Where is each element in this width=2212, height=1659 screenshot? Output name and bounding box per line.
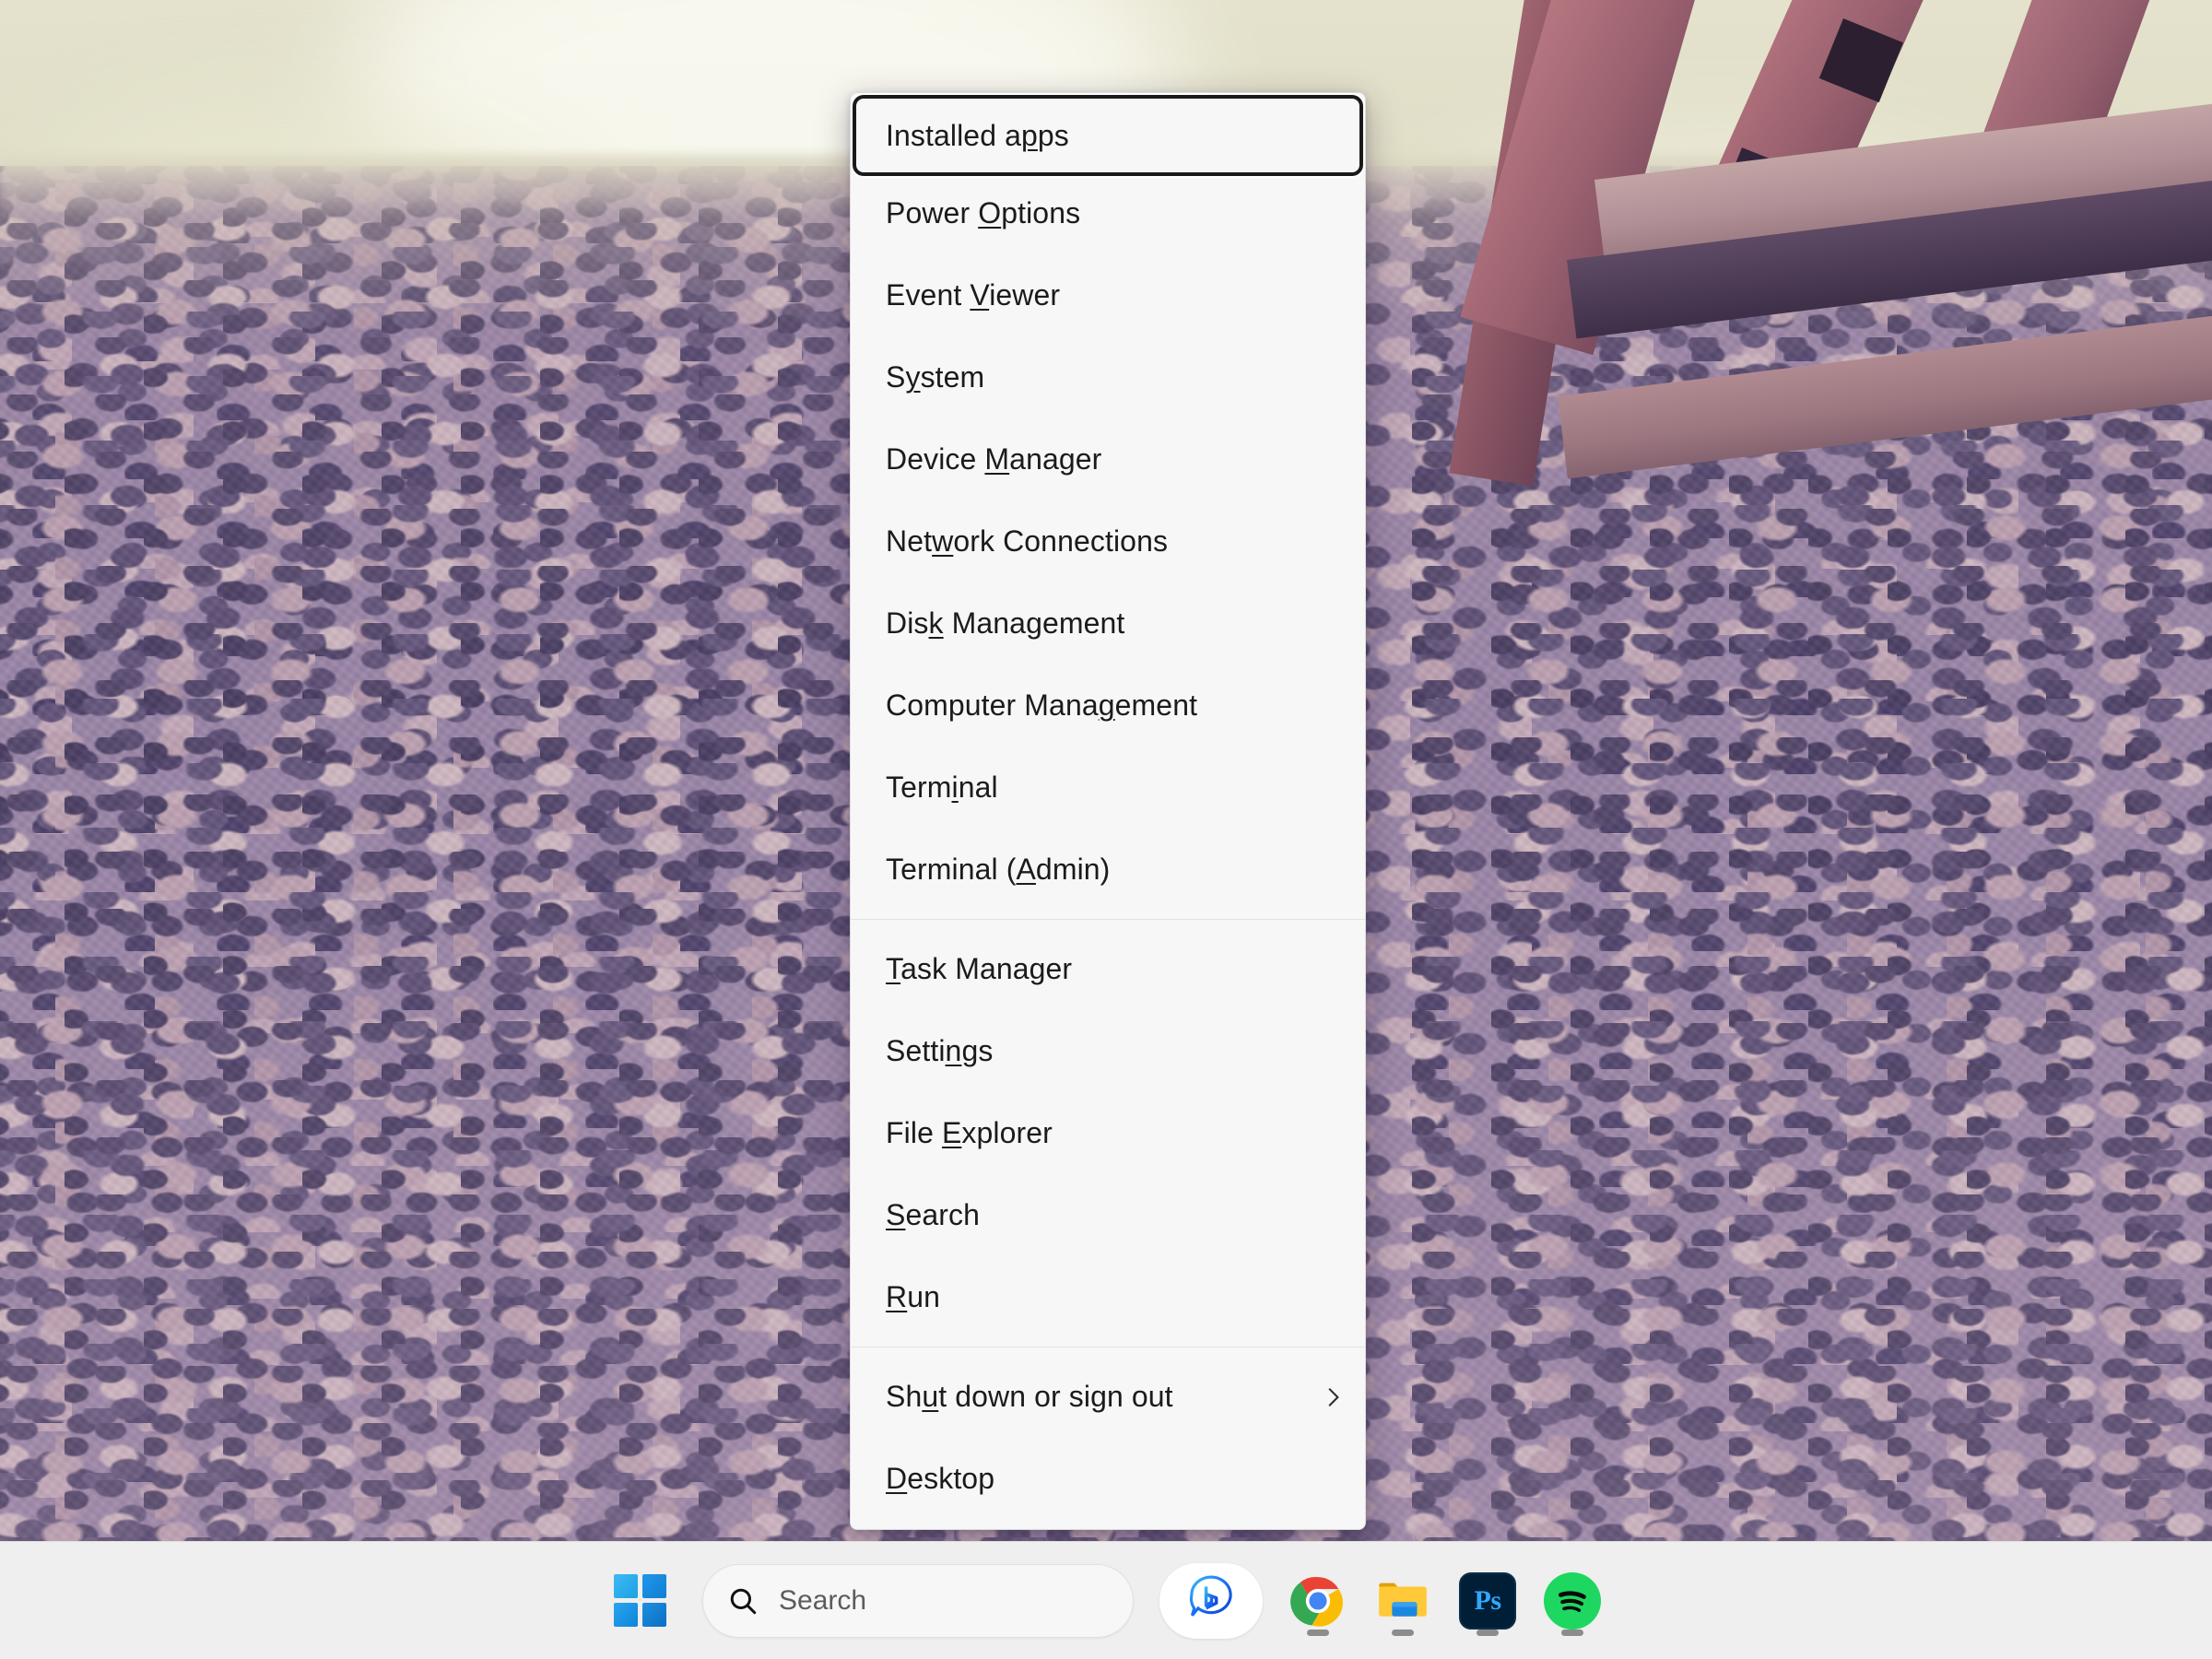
bing-chat-icon <box>1184 1571 1238 1630</box>
menu-item-label: Installed apps <box>886 118 1069 152</box>
menu-item-run[interactable]: Run <box>851 1256 1365 1338</box>
menu-item-label: File Explorer <box>886 1116 1053 1149</box>
menu-separator <box>851 919 1365 920</box>
menu-item-search[interactable]: Search <box>851 1174 1365 1256</box>
menu-item-task-manager[interactable]: Task Manager <box>851 928 1365 1010</box>
menu-item-label: Task Manager <box>886 952 1073 985</box>
start-button[interactable] <box>597 1559 682 1643</box>
app-running-indicator <box>1392 1629 1414 1636</box>
menu-item-event-viewer[interactable]: Event Viewer <box>851 254 1365 336</box>
menu-item-terminal-admin[interactable]: Terminal (Admin) <box>851 829 1365 911</box>
app-running-indicator <box>1307 1629 1329 1636</box>
photoshop-label: Ps <box>1459 1571 1516 1630</box>
menu-item-label: Terminal (Admin) <box>886 853 1111 886</box>
chrome-icon <box>1289 1572 1347 1630</box>
app-running-indicator <box>1561 1629 1583 1636</box>
menu-item-label: Disk Management <box>886 606 1125 640</box>
taskbar-app-spotify[interactable] <box>1530 1559 1615 1643</box>
menu-item-disk-management[interactable]: Disk Management <box>851 582 1365 665</box>
app-running-indicator <box>1477 1629 1499 1636</box>
menu-item-label: Power Options <box>886 196 1081 229</box>
menu-item-network-connections[interactable]: Network Connections <box>851 500 1365 582</box>
menu-item-settings[interactable]: Settings <box>851 1010 1365 1092</box>
winx-quick-link-menu[interactable]: Installed apps Power Options Event Viewer S… <box>850 92 1366 1530</box>
taskbar-app-bing-chat[interactable] <box>1159 1562 1263 1639</box>
menu-item-shut-down-or-sign-out[interactable]: Shut down or sign out <box>851 1356 1365 1438</box>
menu-item-power-options[interactable]: Power Options <box>851 172 1365 254</box>
menu-item-label: Terminal <box>886 771 998 804</box>
search-placeholder: Search <box>779 1584 867 1616</box>
menu-item-label: Run <box>886 1280 941 1313</box>
taskbar-center-group: Search Ps <box>597 1559 1615 1643</box>
menu-item-installed-apps[interactable]: Installed apps <box>856 99 1359 172</box>
taskbar-app-file-explorer[interactable] <box>1360 1559 1445 1643</box>
menu-item-computer-management[interactable]: Computer Management <box>851 665 1365 747</box>
photoshop-icon: Ps <box>1459 1571 1516 1630</box>
menu-item-label: Device Manager <box>886 442 1102 476</box>
menu-item-device-manager[interactable]: Device Manager <box>851 418 1365 500</box>
menu-item-system[interactable]: System <box>851 336 1365 418</box>
menu-item-label: Computer Management <box>886 688 1198 722</box>
menu-item-desktop[interactable]: Desktop <box>851 1438 1365 1520</box>
chevron-right-icon <box>1321 1385 1345 1409</box>
menu-item-label: Event Viewer <box>886 278 1061 312</box>
spotify-icon <box>1544 1571 1601 1630</box>
menu-item-label: Desktop <box>886 1462 995 1495</box>
windows-logo-icon <box>613 1574 666 1627</box>
menu-item-label: Settings <box>886 1034 994 1067</box>
menu-item-label: Search <box>886 1198 980 1231</box>
menu-item-label: Network Connections <box>886 524 1169 558</box>
search-icon <box>727 1585 759 1617</box>
menu-item-label: Shut down or sign out <box>886 1380 1173 1413</box>
menu-item-label: System <box>886 360 985 394</box>
file-explorer-icon <box>1374 1572 1431 1630</box>
menu-item-file-explorer[interactable]: File Explorer <box>851 1092 1365 1174</box>
menu-item-terminal[interactable]: Terminal <box>851 747 1365 829</box>
taskbar-app-chrome[interactable] <box>1276 1559 1360 1643</box>
search-input[interactable]: Search <box>702 1563 1134 1638</box>
taskbar-app-photoshop[interactable]: Ps <box>1445 1559 1530 1643</box>
taskbar[interactable]: Search Ps <box>0 1541 2212 1659</box>
